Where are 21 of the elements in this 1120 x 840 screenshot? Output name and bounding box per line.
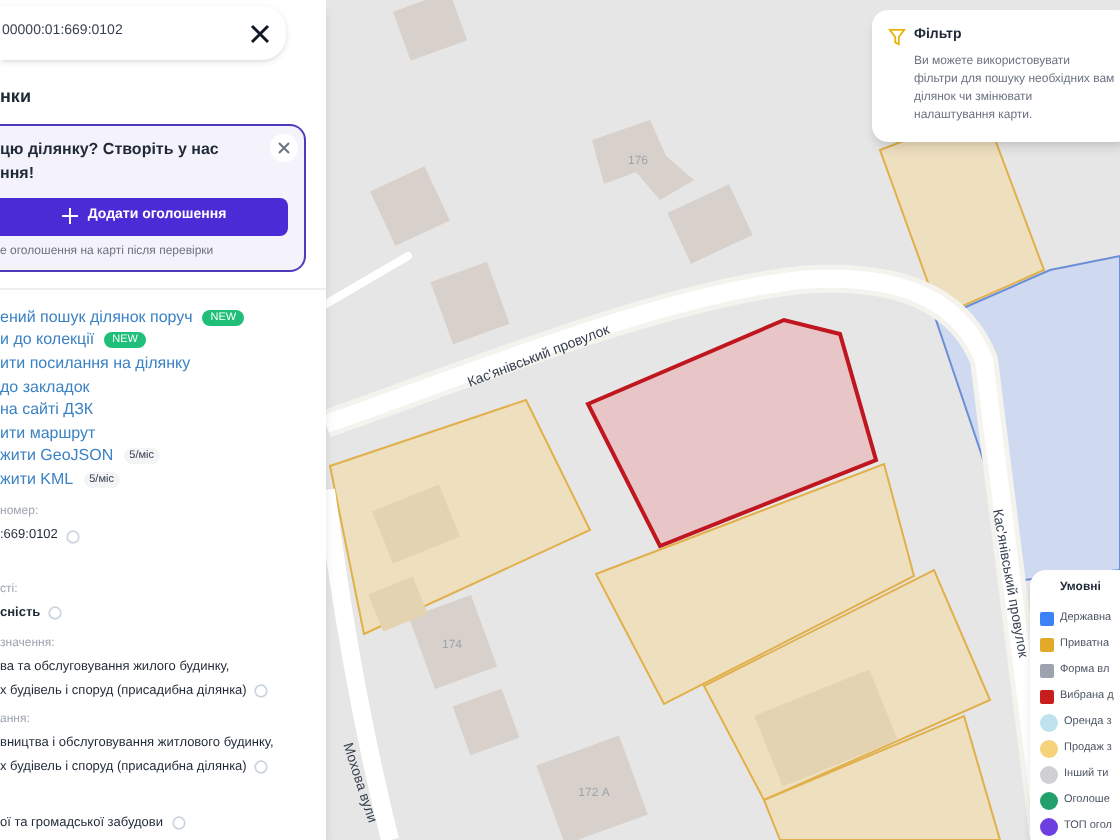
action-link[interactable]: до закладок	[0, 375, 90, 400]
action-link[interactable]: ити посилання на ділянку	[0, 351, 191, 376]
filter-icon	[888, 28, 906, 46]
action-link[interactable]: ити маршрут	[0, 421, 96, 446]
info-icon	[48, 606, 63, 621]
section-title: нки	[0, 84, 33, 110]
info-icon	[65, 529, 80, 544]
info-icon	[171, 816, 186, 831]
info-icon	[254, 760, 269, 775]
close-icon[interactable]	[250, 23, 270, 43]
close-button[interactable]	[270, 133, 298, 161]
building	[592, 120, 694, 200]
action-link[interactable]: и до колекції	[0, 328, 95, 353]
action-link[interactable]: жити KML	[0, 467, 74, 492]
info-icon	[254, 683, 269, 698]
plus-icon	[61, 208, 78, 224]
promo-text: цю ділянку? Створіть у нас ння!	[0, 137, 221, 185]
close-icon	[278, 141, 290, 153]
action-link[interactable]: ений пошук ділянок поруч	[0, 305, 193, 330]
action-link[interactable]: жити GeoJSON	[0, 444, 114, 469]
action-link[interactable]: на сайті ДЗК	[0, 398, 94, 423]
